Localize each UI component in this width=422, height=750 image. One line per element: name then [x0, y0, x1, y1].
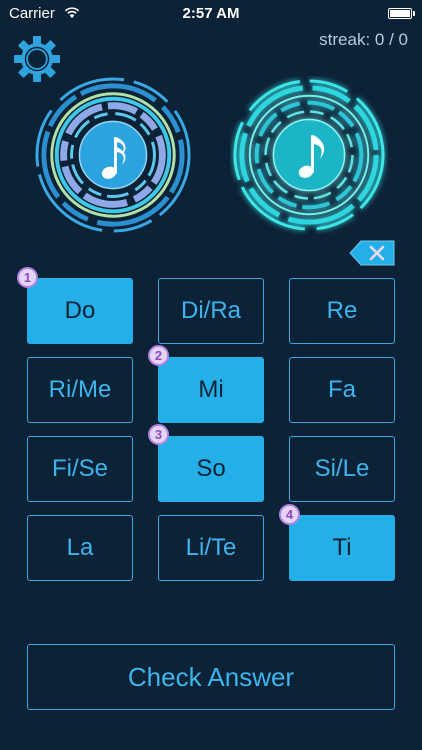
button-label: Ri/Me	[48, 376, 112, 403]
button-label: So	[196, 455, 226, 482]
solfege-button-do[interactable]: Do	[27, 278, 133, 344]
button-label: Do	[64, 297, 96, 324]
button-label: Si/Le	[314, 455, 370, 482]
solfege-button-mi[interactable]: Mi	[158, 357, 264, 423]
status-time: 2:57 AM	[182, 5, 240, 22]
backspace-icon[interactable]	[349, 240, 395, 266]
status-bar: Carrier 2:57 AM	[0, 0, 422, 28]
button-label: Di/Ra	[180, 297, 241, 324]
order-badge: 2	[148, 345, 169, 366]
order-badge: 3	[148, 424, 169, 445]
solfege-button-di-ra[interactable]: Di/Ra	[158, 278, 264, 344]
button-label: Fa	[327, 376, 356, 403]
note-disc-left[interactable]	[34, 76, 192, 234]
button-label: Fi/Se	[51, 455, 108, 482]
button-label: Li/Te	[185, 534, 237, 561]
button-label: Ti	[332, 534, 352, 561]
order-badge: 1	[17, 267, 38, 288]
order-badge: 4	[279, 504, 300, 525]
streak-counter: streak: 0 / 0	[319, 30, 408, 49]
note-disc-right[interactable]	[230, 76, 388, 234]
check-answer-button[interactable]: Check Answer	[27, 644, 395, 710]
battery-icon	[388, 8, 415, 19]
solfege-button-ri-me[interactable]: Ri/Me	[27, 357, 133, 423]
solfege-button-so[interactable]: So	[158, 436, 264, 502]
button-label: Re	[326, 297, 358, 324]
button-label: La	[66, 534, 94, 561]
solfege-button-re[interactable]: Re	[289, 278, 395, 344]
solfege-button-si-le[interactable]: Si/Le	[289, 436, 395, 502]
solfege-button-la[interactable]: La	[27, 515, 133, 581]
check-answer-label: Check Answer	[127, 661, 295, 692]
solfege-button-fa[interactable]: Fa	[289, 357, 395, 423]
button-label: Mi	[198, 376, 224, 403]
solfege-button-li-te[interactable]: Li/Te	[158, 515, 264, 581]
solfege-button-ti[interactable]: Ti	[289, 515, 395, 581]
solfege-button-fi-se[interactable]: Fi/Se	[27, 436, 133, 502]
